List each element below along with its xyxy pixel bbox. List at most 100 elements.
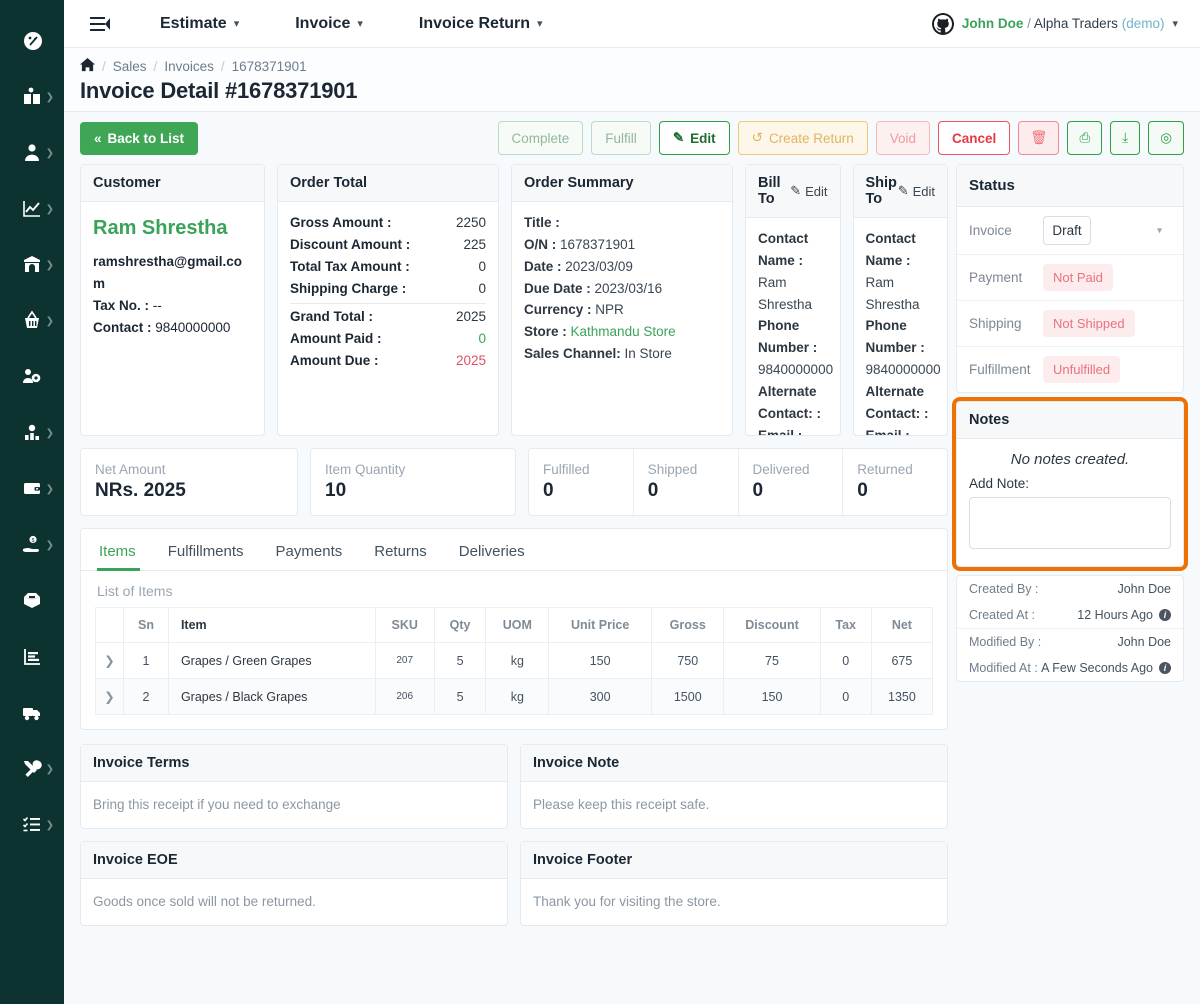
tab-fulfillments[interactable]: Fulfillments <box>152 529 260 570</box>
cancel-button[interactable]: Cancel <box>938 121 1011 155</box>
invoice-eoe-card: Invoice EOE Goods once sold will not be … <box>80 840 508 926</box>
status-invoice-label: Invoice <box>969 223 1012 238</box>
chevron-down-icon[interactable]: ▾ <box>1172 17 1178 30</box>
sidebar-item-store[interactable]: ❯ <box>0 238 64 294</box>
info-icon[interactable]: i <box>1159 662 1171 674</box>
button-label: Complete <box>511 130 570 146</box>
items-table-header-item: Item <box>167 607 376 643</box>
add-note-textarea[interactable] <box>969 497 1171 549</box>
tab-items[interactable]: Items <box>95 529 152 571</box>
sidebar-item-customers[interactable]: ❯ <box>0 126 64 182</box>
eye-icon: ◎ <box>1160 130 1172 145</box>
double-chevron-left-icon: « <box>94 130 102 146</box>
menu-collapse-icon[interactable] <box>80 16 120 32</box>
ship-to-label: Alternate Contact: : <box>865 384 929 421</box>
chevron-right-icon: ❯ <box>45 540 54 551</box>
sidebar-item-expenses[interactable]: $ ❯ <box>0 518 64 574</box>
bill-to-edit-button[interactable]: ✎ Edit <box>790 183 827 199</box>
nav-menu-invoice[interactable]: Invoice ▾ <box>267 15 391 33</box>
expand-row-icon[interactable]: ❯ <box>95 678 124 715</box>
user-menu[interactable]: John Doe / Alpha Traders (demo) ▾ <box>931 12 1184 35</box>
stats-row: Net Amount NRs. 2025 Item Quantity 10 Fu… <box>80 448 948 516</box>
download-button[interactable]: ⤓ <box>1110 121 1141 155</box>
invoice-terms-body: Bring this receipt if you need to exchan… <box>93 797 341 812</box>
order-total-row: Amount Due : 2025 <box>290 350 486 372</box>
sidebar-item-tools[interactable]: ❯ <box>0 742 64 798</box>
info-icon[interactable]: i <box>1159 609 1171 621</box>
order-summary-value[interactable]: Kathmandu Store <box>571 324 676 339</box>
items-table-header-uom: UOM <box>485 607 550 643</box>
sidebar-item-wallet[interactable]: ❯ <box>0 462 64 518</box>
stat-label: Shipped <box>647 462 698 477</box>
back-to-list-button[interactable]: « Back to List <box>80 121 199 155</box>
sidebar-item-analytics[interactable] <box>0 630 64 686</box>
invoice-status-select[interactable]: Draft <box>1043 216 1091 245</box>
ship-to-value: 9840000000 <box>865 362 941 378</box>
meta-value: 12 Hours Ago i <box>1077 608 1171 622</box>
tab-payments[interactable]: Payments <box>260 529 359 570</box>
breadcrumb-item-1[interactable]: Sales <box>113 59 147 74</box>
expand-row-icon[interactable]: ❯ <box>95 642 124 679</box>
nav-menu-invoice-return[interactable]: Invoice Return ▾ <box>391 15 571 33</box>
bill-to-label: Alternate Contact: : <box>758 384 821 421</box>
table-row[interactable]: ❯ 1 Grapes / Green Grapes 207 5 kg 150 750 75 0 67… <box>95 642 934 679</box>
cell-sn: 1 <box>123 642 169 679</box>
cell-discount: 75 <box>723 642 821 679</box>
complete-button[interactable]: Complete <box>497 121 584 155</box>
trash-button[interactable]: 🗑 <box>1018 121 1060 155</box>
order-summary-value: 1678371901 <box>560 236 636 252</box>
status-label: Fulfillment <box>969 362 1031 377</box>
sidebar-item-purchase[interactable]: ❯ <box>0 294 64 350</box>
order-total-value: 2025 <box>455 352 486 368</box>
cell-sku: 207 <box>374 642 435 679</box>
meta-label: Created By : <box>969 582 1039 596</box>
chevron-right-icon: ❯ <box>45 260 54 271</box>
items-table-body: ❯ 1 Grapes / Green Grapes 207 5 kg 150 750 75 0 67… <box>95 642 934 715</box>
edit-button[interactable]: ✎ Edit <box>658 121 730 155</box>
home-icon[interactable] <box>80 57 95 75</box>
status-invoice-select-wrap: Draft ▾ <box>1043 216 1171 245</box>
breadcrumb-item-2[interactable]: Invoices <box>164 59 214 74</box>
table-row[interactable]: ❯ 2 Grapes / Black Grapes 206 5 kg 300 1500 150 0… <box>95 678 934 715</box>
user-label: John Doe / Alpha Traders (demo) <box>962 16 1165 31</box>
sidebar-item-reports[interactable]: ❯ <box>0 182 64 238</box>
meta-row: Modified By : John Doe <box>957 628 1183 655</box>
nav-menu-estimate[interactable]: Estimate ▾ <box>132 15 267 33</box>
notes-card-title: Notes <box>957 402 1183 439</box>
order-summary-label: O/N : <box>524 236 557 252</box>
meta-row: Modified At :A Few Seconds Ago i <box>957 655 1183 681</box>
ship-to-title-text: Ship To <box>865 175 897 207</box>
breadcrumb-separator: / <box>220 58 225 74</box>
invoice-eoe-body: Goods once sold will not be returned. <box>93 893 316 909</box>
sidebar-item-catalog[interactable]: ❯ <box>0 70 64 126</box>
sidebar-item-inventory[interactable]: ❯ <box>0 406 64 462</box>
tab-deliveries[interactable]: Deliveries <box>443 529 541 570</box>
tab-returns[interactable]: Returns <box>358 529 443 570</box>
fulfill-button[interactable]: Fulfill <box>591 121 651 155</box>
sidebar-item-tasks[interactable]: ❯ <box>0 798 64 854</box>
net-amount-value: NRs. 2025 <box>95 480 186 501</box>
sidebar-item-suppliers[interactable] <box>0 350 64 406</box>
items-panel: Items Fulfillments Payments Returns Deliveri… <box>80 528 948 730</box>
void-button[interactable]: Void <box>875 121 931 155</box>
items-table-header-unit-price: Unit Price <box>548 607 653 643</box>
print-button[interactable]: ⎙ <box>1067 121 1103 155</box>
cell-unit-price: 300 <box>548 678 653 715</box>
order-total-row: Total Tax Amount : 0 <box>290 256 486 278</box>
create-return-button[interactable]: ↺ Create Return <box>737 121 868 155</box>
item-quantity-stat: Item Quantity 10 <box>310 448 516 516</box>
ship-to-edit-button[interactable]: ✎ Edit <box>898 183 935 199</box>
stat-label: Returned <box>857 462 913 477</box>
invoice-eoe-title: Invoice EOE <box>81 841 507 879</box>
status-label: Shipping <box>969 316 1022 331</box>
customer-contact-label: Contact : <box>93 319 152 335</box>
order-summary-row: Sales Channel: In Store <box>524 343 720 365</box>
sidebar-item-packages[interactable] <box>0 574 64 630</box>
bill-to-title-text: Bill To <box>758 175 781 207</box>
sidebar-item-dashboard[interactable] <box>0 14 64 70</box>
eye-button[interactable]: ◎ <box>1148 121 1184 155</box>
sidebar-item-shipping[interactable] <box>0 686 64 742</box>
cell-tax: 0 <box>819 642 872 679</box>
stat-value: 0 <box>647 480 659 501</box>
customer-email: ramshrestha@gmail.com <box>93 254 242 292</box>
